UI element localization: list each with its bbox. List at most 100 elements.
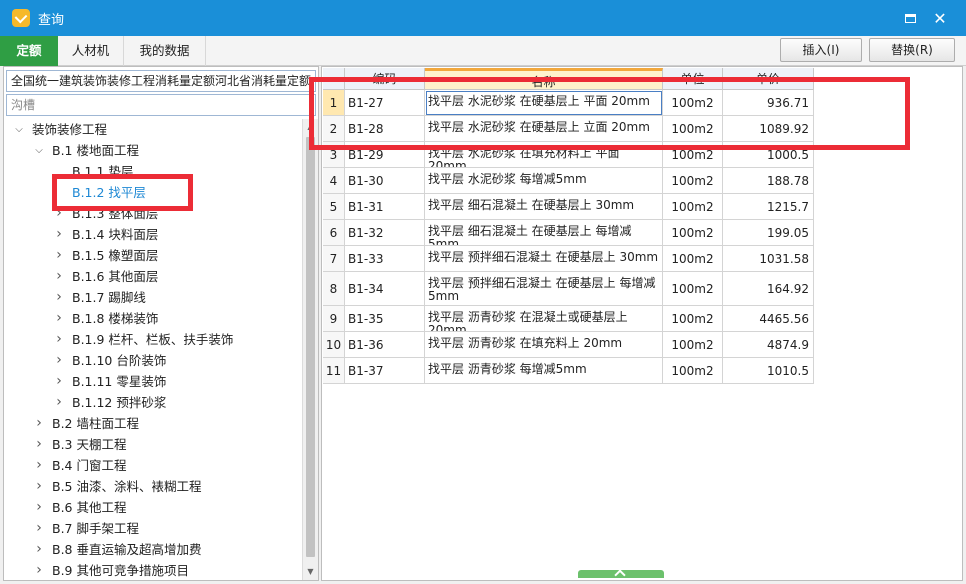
- tree-item[interactable]: ⌵ B.1 楼地面工程: [32, 140, 139, 161]
- cell-unit[interactable]: 100m2: [663, 90, 723, 116]
- cell-name[interactable]: 找平层 水泥砂浆 在硬基层上 立面 20mm: [425, 116, 663, 142]
- chevron-right-icon[interactable]: ›: [52, 392, 66, 413]
- cell-name[interactable]: 找平层 水泥砂浆 在填充材料上 平面 20mm: [425, 142, 663, 168]
- row-number[interactable]: 4: [323, 168, 345, 194]
- tree-item[interactable]: › B.1.8 楼梯装饰: [52, 308, 158, 329]
- tree-item[interactable]: › B.1.10 台阶装饰: [52, 350, 166, 371]
- tree-item[interactable]: B.1.2 找平层: [52, 182, 146, 203]
- chevron-right-icon[interactable]: ›: [52, 266, 66, 287]
- cell-unit[interactable]: 100m2: [663, 246, 723, 272]
- cell-price[interactable]: 4874.9: [723, 332, 814, 358]
- chevron-right-icon[interactable]: ›: [52, 203, 66, 224]
- tree-item[interactable]: › B.7 脚手架工程: [32, 518, 139, 539]
- tree-item[interactable]: › B.5 油漆、涂料、裱糊工程: [32, 476, 201, 497]
- cell-code[interactable]: B1-28: [345, 116, 425, 142]
- scroll-up-icon[interactable]: ▲: [303, 119, 318, 135]
- tree-item[interactable]: › B.1.3 整体面层: [52, 203, 158, 224]
- cell-price[interactable]: 1000.5: [723, 142, 814, 168]
- panel-splitter-handle[interactable]: [578, 570, 664, 578]
- chevron-right-icon[interactable]: ›: [32, 518, 46, 539]
- chevron-right-icon[interactable]: ›: [52, 371, 66, 392]
- tree-scrollbar[interactable]: ▲ ▼: [302, 119, 318, 580]
- chevron-right-icon[interactable]: ›: [32, 476, 46, 497]
- row-number[interactable]: 10: [323, 332, 345, 358]
- chevron-down-icon[interactable]: ⌵: [32, 140, 46, 161]
- row-number[interactable]: 7: [323, 246, 345, 272]
- cell-name[interactable]: 找平层 沥青砂浆 在填充料上 20mm: [425, 332, 663, 358]
- replace-button[interactable]: 替换(R): [869, 38, 955, 62]
- cell-unit[interactable]: 100m2: [663, 142, 723, 168]
- row-number[interactable]: 8: [323, 272, 345, 306]
- header-name[interactable]: 名称: [425, 68, 663, 90]
- cell-unit[interactable]: 100m2: [663, 194, 723, 220]
- cell-code[interactable]: B1-27: [345, 90, 425, 116]
- scroll-down-icon[interactable]: ▼: [303, 564, 318, 580]
- cell-price[interactable]: 936.71: [723, 90, 814, 116]
- chevron-right-icon[interactable]: ›: [32, 497, 46, 518]
- cell-code[interactable]: B1-35: [345, 306, 425, 332]
- row-number[interactable]: 9: [323, 306, 345, 332]
- tree-item[interactable]: ⌵ 装饰装修工程: [12, 119, 107, 140]
- tab-labor-material-machine[interactable]: 人材机: [58, 36, 124, 66]
- row-number[interactable]: 2: [323, 116, 345, 142]
- tree-item[interactable]: › B.1.9 栏杆、栏板、扶手装饰: [52, 329, 233, 350]
- cell-price[interactable]: 4465.56: [723, 306, 814, 332]
- tree-item[interactable]: › B.8 垂直运输及超高增加费: [32, 539, 201, 560]
- cell-unit[interactable]: 100m2: [663, 220, 723, 246]
- quota-library-select[interactable]: 全国统一建筑装饰装修工程消耗量定额河北省消耗量定额: [6, 70, 316, 92]
- chevron-right-icon[interactable]: ›: [32, 413, 46, 434]
- insert-button[interactable]: 插入(I): [780, 38, 862, 62]
- chevron-down-icon[interactable]: ⌵: [12, 119, 26, 140]
- cell-price[interactable]: 1089.92: [723, 116, 814, 142]
- tree-item[interactable]: › B.3 天棚工程: [32, 434, 126, 455]
- tree-item[interactable]: › B.1.5 橡塑面层: [52, 245, 158, 266]
- cell-code[interactable]: B1-29: [345, 142, 425, 168]
- cell-name[interactable]: 找平层 水泥砂浆 每增减5mm: [425, 168, 663, 194]
- cell-name[interactable]: 找平层 水泥砂浆 在硬基层上 平面 20mm: [425, 90, 663, 116]
- close-icon[interactable]: ✕: [930, 8, 950, 28]
- header-price[interactable]: 单价: [723, 68, 814, 90]
- chevron-right-icon[interactable]: ›: [52, 350, 66, 371]
- header-unit[interactable]: 单位: [663, 68, 723, 90]
- cell-name[interactable]: 找平层 预拌细石混凝土 在硬基层上 每增减5mm: [425, 272, 663, 306]
- row-number[interactable]: 1: [323, 90, 345, 116]
- tree-item[interactable]: › B.6 其他工程: [32, 497, 126, 518]
- cell-name[interactable]: 找平层 预拌细石混凝土 在硬基层上 30mm: [425, 246, 663, 272]
- tree-item[interactable]: › B.9 其他可竞争措施项目: [32, 560, 189, 580]
- maximize-icon[interactable]: [900, 8, 920, 28]
- row-number[interactable]: 6: [323, 220, 345, 246]
- row-number[interactable]: 3: [323, 142, 345, 168]
- tree-item[interactable]: B.1.1 垫层: [52, 161, 133, 182]
- chevron-right-icon[interactable]: ›: [32, 434, 46, 455]
- search-input[interactable]: [6, 94, 316, 116]
- cell-unit[interactable]: 100m2: [663, 332, 723, 358]
- cell-name[interactable]: 找平层 细石混凝土 在硬基层上 30mm: [425, 194, 663, 220]
- tree-item[interactable]: › B.1.6 其他面层: [52, 266, 158, 287]
- chevron-right-icon[interactable]: ›: [52, 287, 66, 308]
- chevron-right-icon[interactable]: ›: [52, 329, 66, 350]
- cell-price[interactable]: 1010.5: [723, 358, 814, 384]
- cell-price[interactable]: 199.05: [723, 220, 814, 246]
- chevron-right-icon[interactable]: ›: [52, 245, 66, 266]
- scrollbar-thumb[interactable]: [306, 137, 315, 557]
- cell-price[interactable]: 1031.58: [723, 246, 814, 272]
- chevron-right-icon[interactable]: ›: [32, 560, 46, 580]
- cell-unit[interactable]: 100m2: [663, 168, 723, 194]
- tree-item[interactable]: › B.4 门窗工程: [32, 455, 126, 476]
- chevron-right-icon[interactable]: ›: [52, 224, 66, 245]
- tab-my-data[interactable]: 我的数据: [124, 36, 206, 66]
- tree-item[interactable]: › B.1.4 块料面层: [52, 224, 158, 245]
- cell-name[interactable]: 找平层 细石混凝土 在硬基层上 每增减5mm: [425, 220, 663, 246]
- row-number[interactable]: 11: [323, 358, 345, 384]
- cell-code[interactable]: B1-37: [345, 358, 425, 384]
- cell-code[interactable]: B1-36: [345, 332, 425, 358]
- cell-price[interactable]: 188.78: [723, 168, 814, 194]
- cell-code[interactable]: B1-33: [345, 246, 425, 272]
- cell-unit[interactable]: 100m2: [663, 358, 723, 384]
- tree-item[interactable]: › B.2 墙柱面工程: [32, 413, 139, 434]
- cell-name[interactable]: 找平层 沥青砂浆 每增减5mm: [425, 358, 663, 384]
- cell-unit[interactable]: 100m2: [663, 306, 723, 332]
- cell-price[interactable]: 164.92: [723, 272, 814, 306]
- chevron-right-icon[interactable]: ›: [32, 455, 46, 476]
- chevron-right-icon[interactable]: ›: [32, 539, 46, 560]
